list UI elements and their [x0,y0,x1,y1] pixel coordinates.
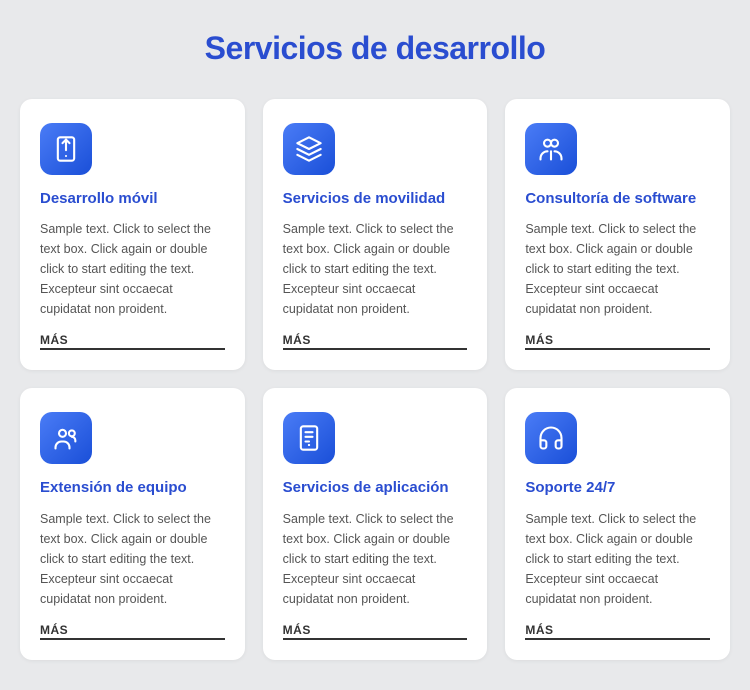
card-4-title: Extensión de equipo [40,478,225,498]
card-3-body: Sample text. Click to select the text bo… [525,219,710,319]
card-2-title: Servicios de movilidad [283,189,468,209]
card-desarrollo-movil: Desarrollo móvil Sample text. Click to s… [20,99,245,370]
card-1-link[interactable]: MÁS [40,333,225,350]
card-consultoria: Consultoría de software Sample text. Cli… [505,99,730,370]
team-icon [52,424,80,452]
page-wrapper: Servicios de desarrollo Desarrollo móvil… [20,30,730,660]
card-4-link[interactable]: MÁS [40,623,225,640]
card-6-body: Sample text. Click to select the text bo… [525,509,710,609]
card-1-body: Sample text. Click to select the text bo… [40,219,225,319]
services-grid: Desarrollo móvil Sample text. Click to s… [20,99,730,660]
card-soporte: Soporte 24/7 Sample text. Click to selec… [505,388,730,659]
card-3-link[interactable]: MÁS [525,333,710,350]
app-icon [295,424,323,452]
card-5-link[interactable]: MÁS [283,623,468,640]
mobile-icon [52,135,80,163]
card-movilidad: Servicios de movilidad Sample text. Clic… [263,99,488,370]
support-icon [537,424,565,452]
card-aplicacion: Servicios de aplicación Sample text. Cli… [263,388,488,659]
card-6-title: Soporte 24/7 [525,478,710,498]
card-4-body: Sample text. Click to select the text bo… [40,509,225,609]
app-icon-wrapper [283,412,335,464]
consulting-icon [537,135,565,163]
support-icon-wrapper [525,412,577,464]
team-icon-wrapper [40,412,92,464]
card-2-link[interactable]: MÁS [283,333,468,350]
card-2-body: Sample text. Click to select the text bo… [283,219,468,319]
card-6-link[interactable]: MÁS [525,623,710,640]
page-title: Servicios de desarrollo [20,30,730,67]
layers-icon [295,135,323,163]
card-3-title: Consultoría de software [525,189,710,209]
card-1-title: Desarrollo móvil [40,189,225,209]
card-5-body: Sample text. Click to select the text bo… [283,509,468,609]
card-5-title: Servicios de aplicación [283,478,468,498]
consulting-icon-wrapper [525,123,577,175]
layers-icon-wrapper [283,123,335,175]
card-equipo: Extensión de equipo Sample text. Click t… [20,388,245,659]
mobile-icon-wrapper [40,123,92,175]
